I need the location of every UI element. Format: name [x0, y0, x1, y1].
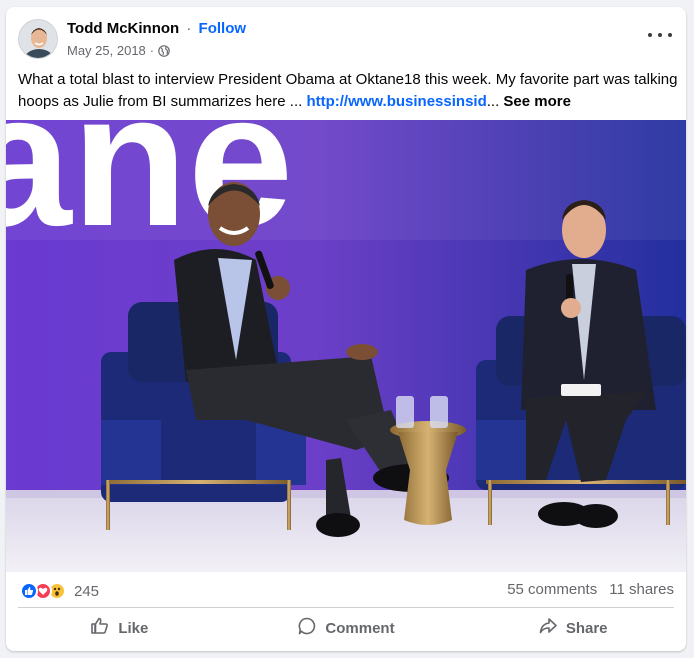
shares-count[interactable]: 11 shares: [609, 581, 674, 598]
comment-icon: [297, 616, 317, 640]
like-label: Like: [118, 619, 149, 637]
comments-count[interactable]: 55 comments: [507, 581, 597, 598]
post-header: Todd McKinnon · Follow May 25, 2018 ·: [6, 7, 686, 67]
share-button[interactable]: Share: [459, 609, 686, 647]
avatar[interactable]: [18, 19, 58, 59]
comment-button[interactable]: Comment: [233, 609, 460, 647]
date-separator: ·: [149, 43, 155, 58]
see-more-button[interactable]: See more: [503, 93, 571, 110]
post-card: Todd McKinnon · Follow May 25, 2018 · Wh…: [6, 7, 686, 651]
like-reaction-icon: [20, 582, 38, 600]
like-button[interactable]: Like: [6, 609, 233, 647]
follow-button[interactable]: Follow: [199, 20, 247, 37]
author-name[interactable]: Todd McKinnon: [67, 20, 179, 37]
post-stats: 245 55 comments 11 shares: [6, 573, 686, 607]
post-caption: What a total blast to interview Presiden…: [18, 69, 678, 113]
share-label: Share: [565, 619, 608, 637]
post-photo[interactable]: ane: [6, 120, 686, 572]
reactions-summary[interactable]: 245: [20, 582, 99, 600]
action-bar: Like Comment Share: [6, 609, 686, 647]
caption-ellipsis: ...: [486, 93, 504, 110]
name-separator: ·: [186, 20, 192, 37]
comment-label: Comment: [325, 619, 395, 637]
share-icon: [538, 616, 558, 640]
more-icon[interactable]: [648, 27, 672, 43]
caption-link[interactable]: http://www.businessinsid: [306, 93, 486, 110]
like-icon: [90, 616, 110, 640]
action-divider: [18, 607, 674, 608]
post-date[interactable]: May 25, 2018: [67, 43, 146, 58]
reaction-count: 245: [74, 582, 100, 600]
globe-icon: [158, 44, 170, 57]
